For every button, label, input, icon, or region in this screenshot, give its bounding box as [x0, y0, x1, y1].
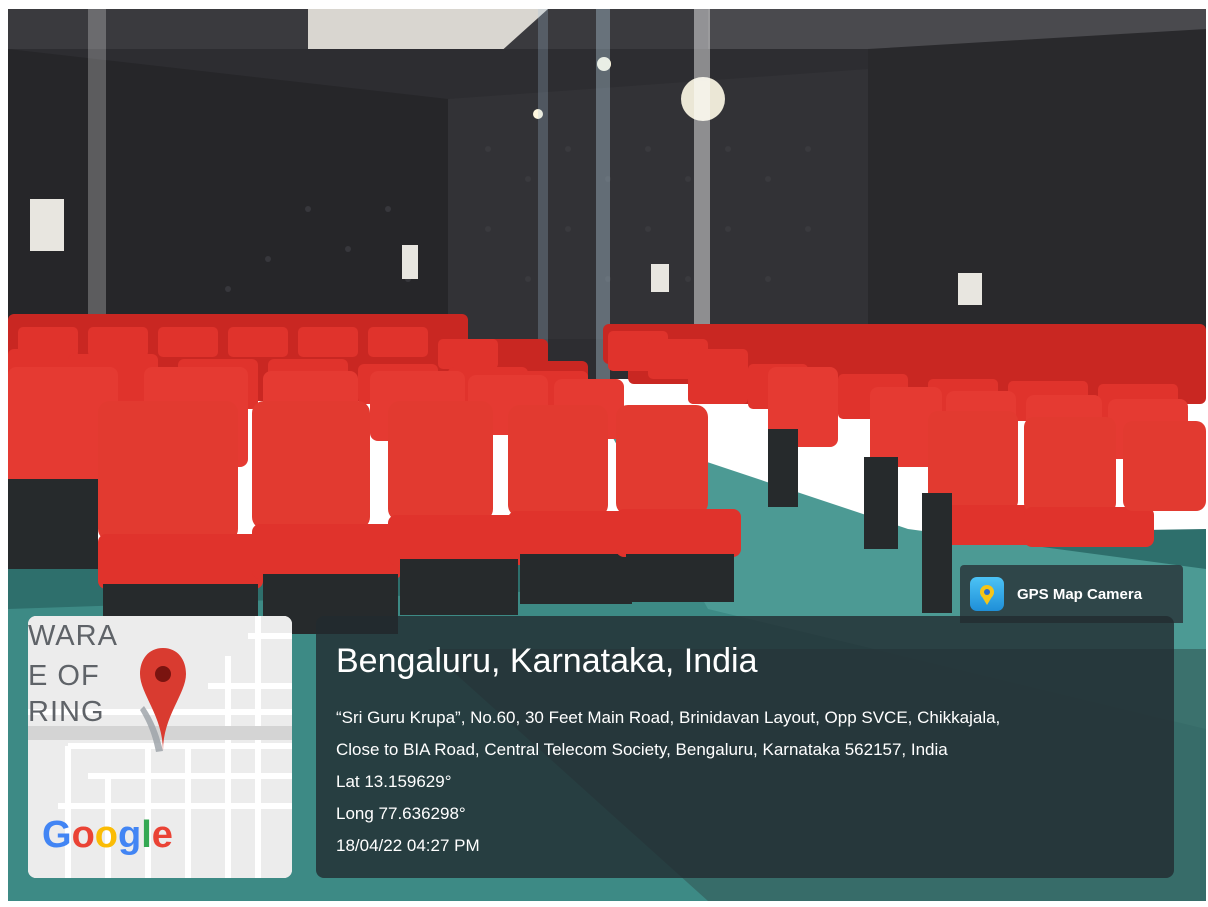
- map-label-line-1: WARA: [28, 620, 118, 652]
- longitude: Long 77.636298°: [336, 804, 466, 823]
- map-label-line-2: E OF: [28, 660, 100, 692]
- gps-map-camera-label: GPS Map Camera: [1017, 586, 1143, 603]
- google-logo: Google: [42, 814, 173, 857]
- location-info-panel: Bengaluru, Karnataka, India “Sri Guru Kr…: [316, 616, 1174, 878]
- address-line-2: Close to BIA Road, Central Telecom Socie…: [336, 740, 948, 759]
- latitude: Lat 13.159629°: [336, 772, 452, 791]
- address-line-1: “Sri Guru Krupa”, No.60, 30 Feet Main Ro…: [336, 708, 1001, 727]
- screenshot-frame: GPS Map Camera WARA E OF RING Google Ben…: [0, 0, 1208, 907]
- map-pin-icon: [140, 648, 186, 752]
- gps-camera-icon: [970, 577, 1004, 611]
- location-title: Bengaluru, Karnataka, India: [336, 642, 758, 680]
- map-label-line-3: RING: [28, 696, 105, 728]
- gps-map-camera-badge: GPS Map Camera: [960, 565, 1183, 623]
- timestamp: 18/04/22 04:27 PM: [336, 836, 480, 855]
- gps-camera-icon-graphic: [980, 585, 994, 605]
- map-thumbnail: WARA E OF RING Google: [28, 616, 292, 878]
- google-logo-text: Google: [42, 814, 173, 856]
